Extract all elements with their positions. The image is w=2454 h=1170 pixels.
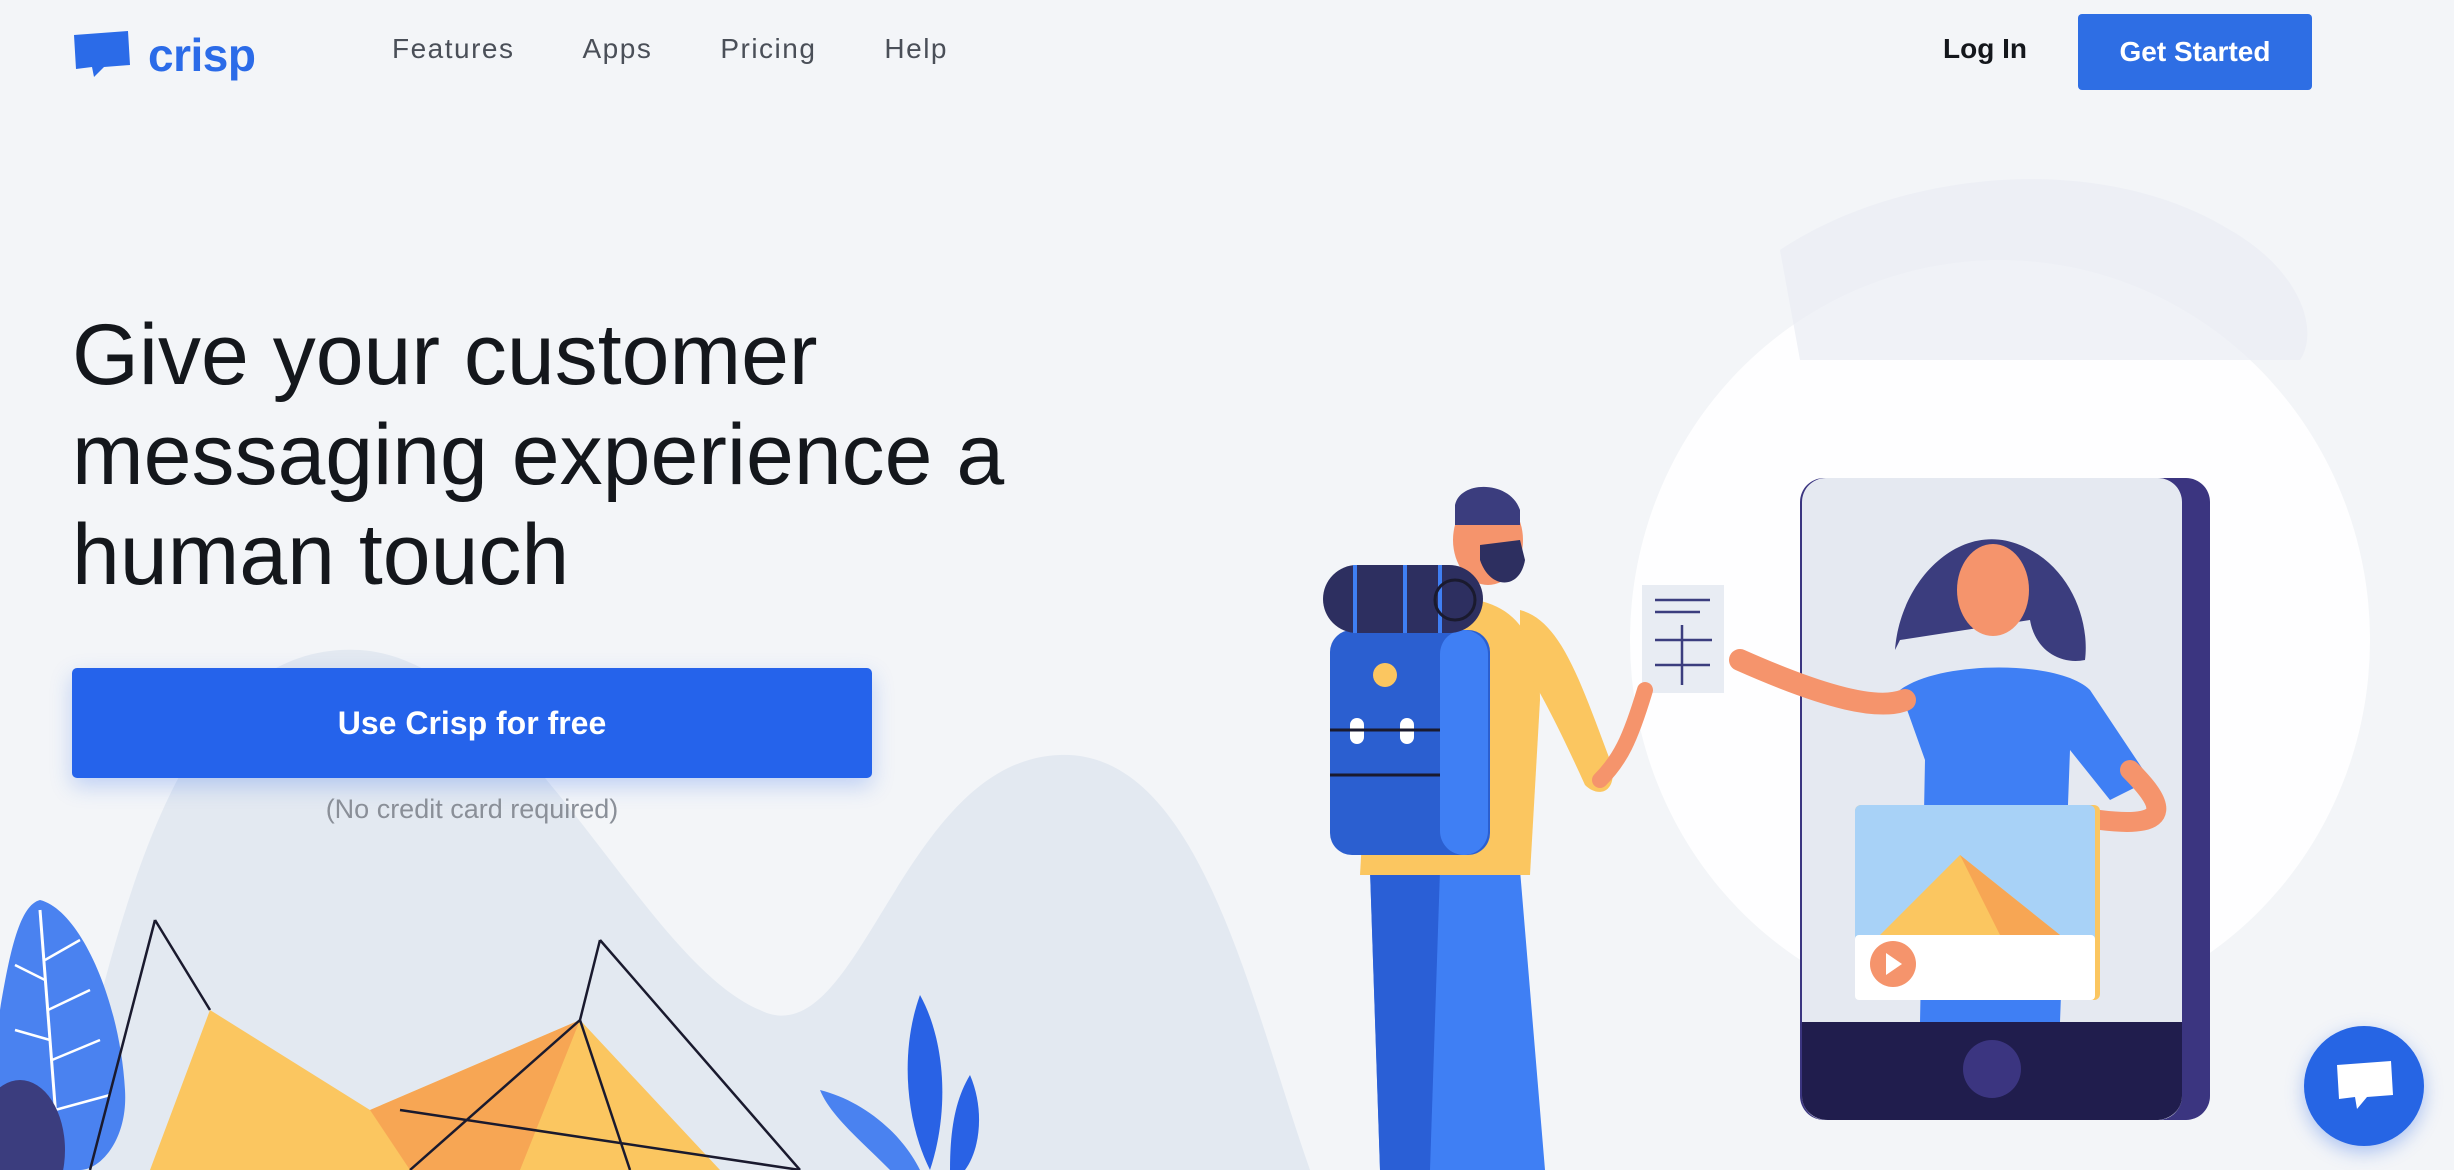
hiker-illustration	[1323, 486, 1724, 1170]
chat-widget-button[interactable]	[2304, 1026, 2424, 1146]
tent-illustration	[88, 919, 801, 1170]
phone-illustration	[1729, 478, 2210, 1120]
chat-bubble-icon	[2337, 1061, 2393, 1109]
hero-illustration	[0, 478, 2210, 1170]
